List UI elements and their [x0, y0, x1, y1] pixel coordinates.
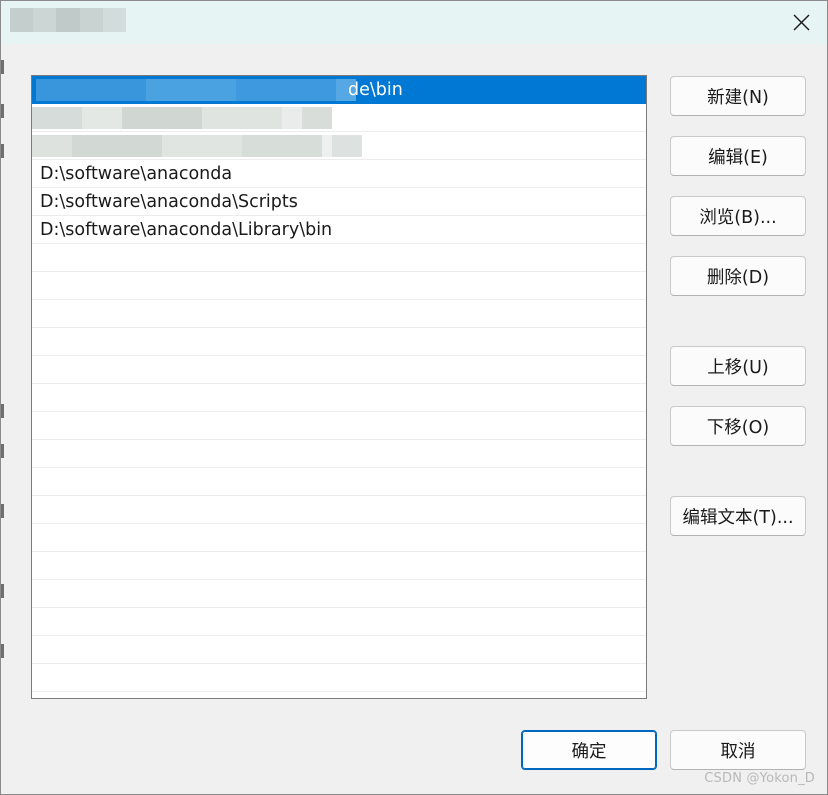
title-bar — [1, 1, 827, 44]
redacted-path-mosaic — [32, 135, 362, 157]
path-list-item[interactable]: D:\software\anaconda\Library\bin — [32, 216, 646, 244]
edit-text-button[interactable]: 编辑文本(T)... — [670, 496, 806, 536]
edit-button[interactable]: 编辑(E) — [670, 136, 806, 176]
empty-list-row[interactable] — [32, 552, 646, 580]
empty-list-row[interactable] — [32, 244, 646, 272]
watermark: CSDN @Yokon_D — [704, 771, 815, 786]
new-button[interactable]: 新建(N) — [670, 76, 806, 116]
path-text: D:\software\anaconda\Scripts — [40, 192, 298, 212]
redacted-path-mosaic — [36, 79, 356, 101]
empty-list-row[interactable] — [32, 300, 646, 328]
empty-list-row[interactable] — [32, 272, 646, 300]
move-down-button[interactable]: 下移(O) — [670, 406, 806, 446]
empty-list-row[interactable] — [32, 580, 646, 608]
empty-list-row[interactable] — [32, 636, 646, 664]
empty-list-row[interactable] — [32, 440, 646, 468]
redacted-path-mosaic — [32, 107, 332, 129]
path-list-item[interactable] — [32, 104, 646, 132]
empty-list-row[interactable] — [32, 496, 646, 524]
path-list[interactable]: de\bin D:\software\anaconda D:\software\an… — [31, 75, 647, 699]
empty-list-row[interactable] — [32, 468, 646, 496]
delete-button[interactable]: 删除(D) — [670, 256, 806, 296]
empty-list-row[interactable] — [32, 412, 646, 440]
path-list-item[interactable]: D:\software\anaconda\Scripts — [32, 188, 646, 216]
empty-list-row[interactable] — [32, 384, 646, 412]
cancel-button[interactable]: 取消 — [670, 730, 806, 770]
path-list-item[interactable]: D:\software\anaconda — [32, 160, 646, 188]
path-text: D:\software\anaconda\Library\bin — [40, 220, 333, 240]
empty-list-row[interactable] — [32, 356, 646, 384]
empty-list-row[interactable] — [32, 524, 646, 552]
browse-button[interactable]: 浏览(B)... — [670, 196, 806, 236]
redacted-title — [10, 8, 127, 32]
close-button[interactable] — [775, 1, 827, 44]
path-list-item[interactable]: de\bin — [32, 76, 646, 104]
empty-list-row[interactable] — [32, 328, 646, 356]
path-list-item[interactable] — [32, 132, 646, 160]
empty-list-row[interactable] — [32, 664, 646, 692]
path-text: D:\software\anaconda — [40, 164, 233, 184]
move-up-button[interactable]: 上移(U) — [670, 346, 806, 386]
background-window-edge — [1, 44, 4, 694]
close-icon — [793, 14, 809, 31]
edit-environment-variable-dialog: de\bin D:\software\anaconda D:\software\an… — [0, 0, 828, 795]
empty-list-row[interactable] — [32, 608, 646, 636]
path-text: de\bin — [348, 80, 403, 100]
ok-button[interactable]: 确定 — [521, 730, 657, 770]
